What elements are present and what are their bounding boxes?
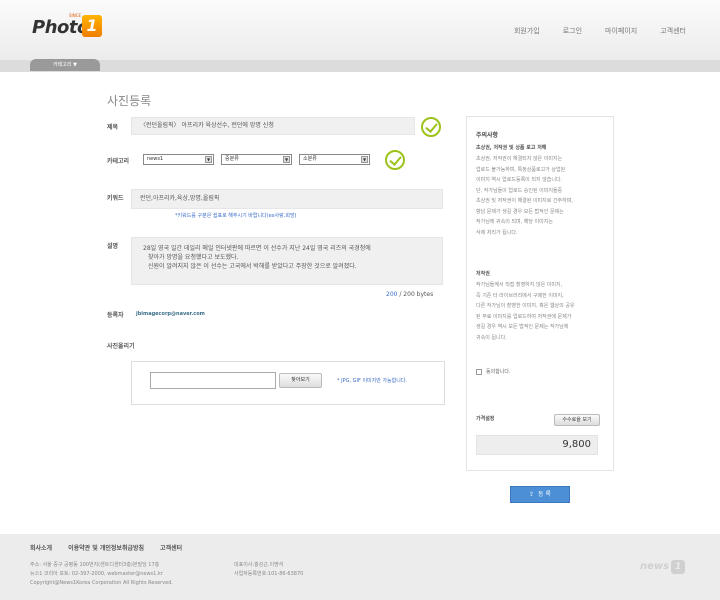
sub-nav-bar xyxy=(0,60,720,72)
chevron-down-icon: ▼ xyxy=(361,156,368,163)
category-select-main[interactable]: news1 ▼ xyxy=(143,154,214,165)
nav-signup[interactable]: 회원가입 xyxy=(514,26,540,36)
copyright-line: 작가님들께서 직접 촬영하지 않은 이미지, xyxy=(476,282,563,288)
price-value: 9,800 xyxy=(476,435,598,455)
registrant-email: jbimagecorp@naver.com xyxy=(136,311,205,317)
footer-logo-text: news xyxy=(640,561,670,572)
notice-line: 작가님께 귀속이 되며, 해당 이미지는 xyxy=(476,219,553,225)
logo-text: Photo xyxy=(32,17,89,38)
submit-button[interactable]: ⇪ 등 록 xyxy=(510,486,570,503)
nav-mypage[interactable]: 마이페이지 xyxy=(605,26,637,36)
category-select-mid[interactable]: 중분류 ▼ xyxy=(221,154,292,165)
keyword-input[interactable]: 런던,아프리카,육상,망명,올림픽 xyxy=(131,189,443,209)
nav-customer-center[interactable]: 고객센터 xyxy=(660,26,686,36)
notice-panel: 주의사항 초상권, 저작권 및 상품 로고 저해 초상권, 저작권이 해결되지 … xyxy=(466,116,614,471)
footer-address-line: 주소: 서울 중구 공평동 100번지(센트디센터3층)본빌딩 17층 xyxy=(30,562,160,568)
category-sub-value: 소분류 xyxy=(303,156,317,162)
chevron-down-icon: ▼ xyxy=(205,156,212,163)
footer-link-support[interactable]: 고객센터 xyxy=(160,543,182,552)
logo-badge: 1 xyxy=(82,15,102,37)
notice-line: 초상권 및 저작권이 해결된 이미지로 간주하며, xyxy=(476,198,573,204)
notice-line: 단, 작가님들이 업로드 승인된 이미지들중 xyxy=(476,187,563,194)
category-select-sub[interactable]: 소분류 ▼ xyxy=(299,154,370,165)
title-label: 제목 xyxy=(107,124,119,131)
copyright-line: 즉 기존 타 라이브러리에서 구매한 이미지, xyxy=(476,292,564,299)
logo-since: SINCE xyxy=(69,13,82,18)
byte-count-total: / 200 bytes xyxy=(399,291,434,298)
notice-line: 이미지 역시 업로드등록이 되지 않습니다. xyxy=(476,177,563,183)
upload-hint: * JPG, GIF 이미지만 가능합니다. xyxy=(337,378,408,384)
notice-heading: 주의사항 xyxy=(476,132,499,139)
footer-company-info: 대표이사:홍성근,이명석 사업자등록번호:101-86-63870 xyxy=(234,561,303,579)
category-check-icon xyxy=(385,150,405,170)
description-line: 찾아가 망명을 요청했다고 보도했다. xyxy=(148,254,239,261)
category-label: 카테고리 xyxy=(107,158,130,165)
footer-link-terms[interactable]: 이용약관 및 개인정보취급방침 xyxy=(68,543,144,552)
checkbox-icon[interactable] xyxy=(476,368,482,375)
fee-rate-button[interactable]: 수수료율 보기 xyxy=(554,414,600,426)
browse-button[interactable]: 찾아보기 xyxy=(279,373,322,388)
copyright-line: 된 무료 이미지를 업로드하여 저작권에 문제가 xyxy=(476,313,572,320)
photo-upload-label: 사진올리기 xyxy=(107,343,135,350)
copyright-line: 귀속이 됩니다. xyxy=(476,334,507,341)
footer-copyright: Copyright@News1Korea Corporation All Rig… xyxy=(30,580,174,586)
footer-business-number: 사업자등록번호:101-86-63870 xyxy=(234,571,304,577)
description-line: 신원이 알려지지 않은 이 선수는 고국에서 박해를 받았다고 주장한 것으로 … xyxy=(148,263,357,270)
submit-label: 등 록 xyxy=(537,491,551,498)
upload-icon: ⇪ xyxy=(529,491,535,498)
description-line: 28일 영국 일간 데일리 메일 인터넷판에 따르면 이 선수가 지난 24일 … xyxy=(143,245,371,252)
notice-line: 삭제 처리가 됩니다. xyxy=(476,229,518,236)
category-main-value: news1 xyxy=(147,156,164,162)
footer-links: 회사소개 이용약관 및 개인정보취급방침 고객센터 xyxy=(30,543,182,552)
footer-logo-badge: 1 xyxy=(671,560,686,574)
description-textarea[interactable]: 28일 영국 일간 데일리 메일 인터넷판에 따르면 이 선수가 지난 24일 … xyxy=(131,237,443,285)
category-mid-value: 중분류 xyxy=(225,156,239,162)
keyword-hint: *키워드를 구분은 쉼표로 해주시기 바랍니다(ex사랑,희망) xyxy=(175,213,297,219)
notice-line: 향남 문제가 생길 경우 모든 법적인 문제는 xyxy=(476,208,564,215)
copyright-line: 다른 작가님이 촬영한 이미지, 혹은 웹상의 공유 xyxy=(476,303,575,309)
registrant-label: 등록자 xyxy=(107,312,124,319)
top-nav: 회원가입 로그인 마이페이지 고객센터 xyxy=(514,26,686,36)
description-label: 설명 xyxy=(107,243,119,250)
page-title: 사진등록 xyxy=(107,94,152,108)
notice-line: 초상권, 저작권이 해결되지 않은 이미지는 xyxy=(476,156,563,162)
copyright-heading: 저작권 xyxy=(476,271,490,277)
nav-login[interactable]: 로그인 xyxy=(563,26,582,36)
footer-ceo: 대표이사:홍성근,이명석 xyxy=(234,562,284,568)
copyright-line: 생길 경우 역시 모든 법적인 문제는 작가님께 xyxy=(476,324,569,330)
footer-link-about[interactable]: 회사소개 xyxy=(30,543,52,552)
agree-checkbox[interactable]: 동의합니다. xyxy=(476,368,604,375)
news1-footer-logo: news 1 xyxy=(640,560,686,574)
chevron-down-icon: ▼ xyxy=(283,156,290,163)
copyright-text: 작가님들께서 직접 촬영하지 않은 이미지, 즉 기존 타 라이브러리에서 구매… xyxy=(476,280,604,343)
file-path-input[interactable] xyxy=(150,372,276,389)
notice-line: 업로드 불가능하며, 특정상품로고가 상업된 xyxy=(476,166,566,173)
keyword-label: 키워드 xyxy=(107,195,124,202)
notice-text: 초상권, 저작권이 해결되지 않은 이미지는 업로드 불가능하며, 특정상품로고… xyxy=(476,154,604,238)
notice-subheading: 초상권, 저작권 및 상품 로고 저해 xyxy=(476,145,547,151)
agree-label: 동의합니다. xyxy=(486,369,511,375)
photo1-logo[interactable]: Photo SINCE 1 xyxy=(32,13,112,43)
title-input[interactable]: 〈런던올림픽〉 아프리카 육상선수, 런던에 망명 신청 xyxy=(131,117,415,135)
footer-address-line: 뉴스1 코리아 포토: 02-397-2000, webmaster@news1… xyxy=(30,571,163,577)
byte-counter: 200 / 200 bytes xyxy=(386,291,433,298)
footer-address: 주소: 서울 중구 공평동 100번지(센트디센터3층)본빌딩 17층 뉴스1 … xyxy=(30,561,173,588)
category-tab[interactable]: 카테고리 ▼ xyxy=(30,59,100,71)
title-check-icon xyxy=(421,117,441,137)
byte-count-current: 200 xyxy=(386,291,398,298)
